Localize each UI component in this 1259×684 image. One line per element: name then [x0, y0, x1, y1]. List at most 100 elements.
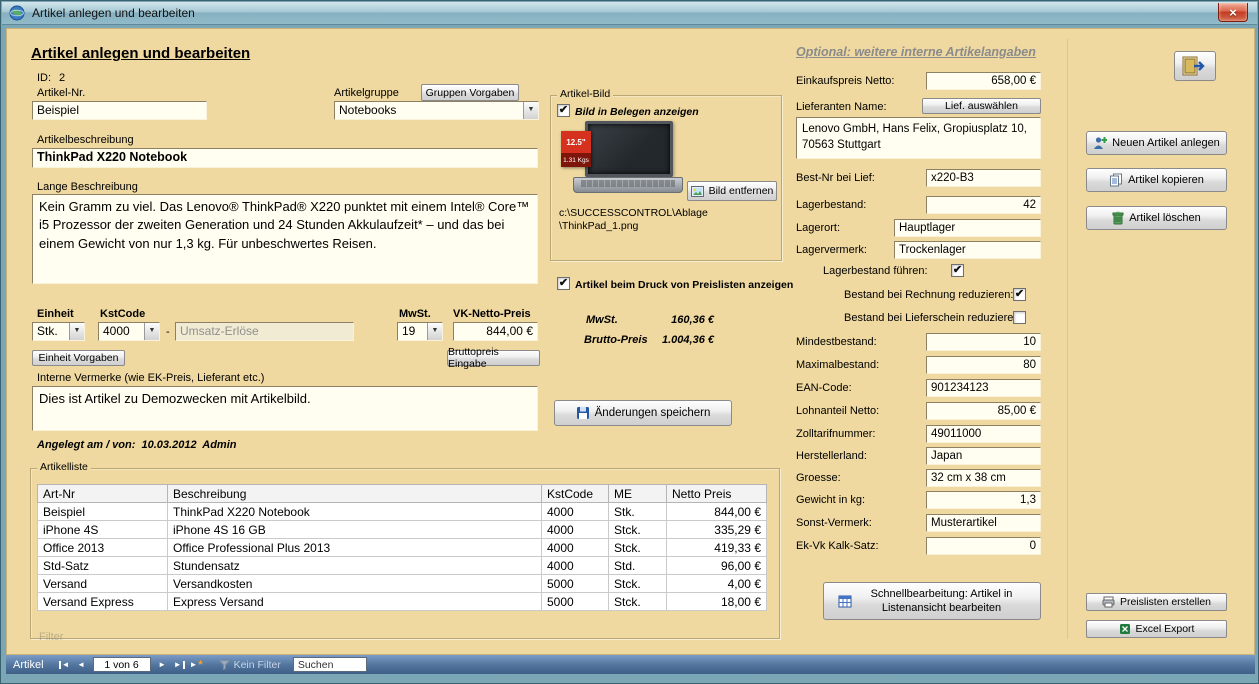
- mwst-select[interactable]: 19 ▼: [397, 322, 443, 341]
- filter-status[interactable]: Kein Filter: [219, 659, 281, 671]
- lieferant-textarea[interactable]: Lenovo GmbH, Hans Felix, Gropiusplatz 10…: [796, 117, 1041, 159]
- table-row[interactable]: Std-SatzStundensatz4000Std.96,00 €: [38, 557, 767, 575]
- lohnanteil-input[interactable]: 85,00 €: [926, 402, 1041, 420]
- interne-vermerke-textarea[interactable]: Dies ist Artikel zu Demozwecken mit Arti…: [32, 386, 538, 431]
- table-cell: 4000: [542, 521, 609, 539]
- image-icon: [691, 186, 704, 197]
- artikel-loeschen-label: Artikel löschen: [1129, 212, 1201, 224]
- bild-entfernen-button[interactable]: Bild entfernen: [687, 181, 777, 201]
- lieferschein-reduzieren-checkbox[interactable]: [1013, 311, 1026, 324]
- lagervermerk-input[interactable]: Trockenlager: [894, 241, 1041, 259]
- kstcode-label: KstCode: [100, 308, 145, 321]
- druck-preislisten-checkbox[interactable]: ✔: [557, 277, 570, 290]
- artikelgruppe-select[interactable]: Notebooks ▼: [334, 101, 539, 120]
- chevron-down-icon[interactable]: ▼: [427, 323, 442, 340]
- table-column-header[interactable]: Beschreibung: [168, 485, 542, 503]
- artikel-loeschen-button[interactable]: Artikel löschen: [1086, 206, 1227, 230]
- table-column-header[interactable]: Netto Preis: [667, 485, 767, 503]
- table-column-header[interactable]: KstCode: [542, 485, 609, 503]
- lagerbestand-label: Lagerbestand:: [796, 199, 866, 212]
- artikelbeschreibung-input[interactable]: ThinkPad X220 Notebook: [32, 148, 538, 168]
- last-record-icon: ►: [174, 660, 182, 669]
- lagervermerk-label: Lagervermerk:: [796, 244, 867, 257]
- table-column-header[interactable]: ME: [609, 485, 667, 503]
- sonst-vermerk-label: Sonst-Vermerk:: [796, 517, 872, 530]
- kstcode-name-field: Umsatz-Erlöse: [175, 322, 354, 341]
- table-row[interactable]: iPhone 4SiPhone 4S 16 GB4000Stck.335,29 …: [38, 521, 767, 539]
- close-icon: ×: [1229, 5, 1237, 20]
- lagerbestand-input[interactable]: 42: [926, 196, 1041, 214]
- table-header-row: Art-NrBeschreibungKstCodeMENetto Preis: [38, 485, 767, 503]
- table-cell: Stck.: [609, 539, 667, 557]
- filter-status-label: Kein Filter: [234, 659, 281, 671]
- chevron-down-icon[interactable]: ▼: [523, 102, 538, 119]
- last-record-button[interactable]: ►: [171, 657, 188, 672]
- first-record-icon: ◄: [62, 660, 70, 669]
- record-search-input[interactable]: Suchen: [293, 657, 367, 672]
- copy-icon: [1109, 173, 1123, 187]
- lange-beschreibung-textarea[interactable]: Kein Gramm zu viel. Das Lenovo® ThinkPad…: [32, 194, 538, 284]
- gewicht-input[interactable]: 1,3: [926, 491, 1041, 509]
- prev-record-button[interactable]: ◄: [73, 657, 90, 672]
- lagerort-input[interactable]: Hauptlager: [894, 219, 1041, 237]
- maximalbestand-input[interactable]: 80: [926, 356, 1041, 374]
- bruttopreis-eingabe-button[interactable]: Bruttopreis Eingabe: [447, 350, 540, 366]
- gruppen-vorgaben-button[interactable]: Gruppen Vorgaben: [421, 84, 519, 101]
- neuen-artikel-button[interactable]: Neuen Artikel anlegen: [1086, 131, 1227, 155]
- lange-beschreibung-label: Lange Beschreibung: [37, 181, 138, 194]
- mwst-betrag-label: MwSt.: [586, 314, 618, 327]
- aenderungen-speichern-button[interactable]: Änderungen speichern: [554, 400, 732, 426]
- app-globe-icon: [9, 5, 25, 21]
- next-record-button[interactable]: ►: [154, 657, 171, 672]
- artikel-nr-input[interactable]: Beispiel: [32, 101, 207, 120]
- table-row[interactable]: Office 2013Office Professional Plus 2013…: [38, 539, 767, 557]
- filter-icon: [219, 660, 230, 670]
- table-cell: iPhone 4S: [38, 521, 168, 539]
- chevron-down-icon[interactable]: ▼: [144, 323, 159, 340]
- exit-form-button[interactable]: [1174, 51, 1216, 81]
- close-button[interactable]: ×: [1218, 3, 1248, 22]
- table-cell: 844,00 €: [667, 503, 767, 521]
- zolltarif-input[interactable]: 49011000: [926, 425, 1041, 443]
- sonst-vermerk-input[interactable]: Musterartikel: [926, 514, 1041, 532]
- trash-icon: [1112, 211, 1124, 225]
- einkaufspreis-input[interactable]: 658,00 €: [926, 72, 1041, 90]
- vk-netto-input[interactable]: 844,00 €: [453, 322, 538, 341]
- lief-auswaehlen-button[interactable]: Lief. auswählen: [922, 98, 1041, 114]
- table-cell: Versand: [38, 575, 168, 593]
- einheit-select[interactable]: Stk. ▼: [32, 322, 85, 341]
- first-record-button[interactable]: ◄: [56, 657, 73, 672]
- kalk-satz-input[interactable]: 0: [926, 537, 1041, 555]
- record-position-box[interactable]: 1 von 6: [93, 657, 151, 672]
- table-row[interactable]: Versand ExpressExpress Versand5000Stck.1…: [38, 593, 767, 611]
- mwst-label: MwSt.: [399, 308, 431, 321]
- herstellerland-input[interactable]: Japan: [926, 447, 1041, 465]
- table-row[interactable]: VersandVersandkosten5000Stck.4,00 €: [38, 575, 767, 593]
- excel-export-button[interactable]: Excel Export: [1086, 620, 1227, 638]
- table-row[interactable]: BeispielThinkPad X220 Notebook4000Stk.84…: [38, 503, 767, 521]
- brutto-preis-value: 1.004,36 €: [614, 334, 714, 347]
- app-window: Artikel anlegen und bearbeiten × Artikel…: [0, 0, 1259, 684]
- table-cell: Stck.: [609, 521, 667, 539]
- artikel-kopieren-button[interactable]: Artikel kopieren: [1086, 168, 1227, 192]
- bild-in-belegen-checkbox[interactable]: ✔: [557, 104, 570, 117]
- table-cell: Beispiel: [38, 503, 168, 521]
- grid-icon: [838, 595, 852, 608]
- table-column-header[interactable]: Art-Nr: [38, 485, 168, 503]
- lagerbestand-fuehren-checkbox[interactable]: ✔: [951, 264, 964, 277]
- new-record-button[interactable]: ►*: [188, 657, 205, 672]
- schnellbearbeitung-button[interactable]: Schnellbearbeitung: Artikel in Listenans…: [823, 582, 1041, 620]
- ean-input[interactable]: 901234123: [926, 379, 1041, 397]
- rechnung-reduzieren-checkbox[interactable]: ✔: [1013, 288, 1026, 301]
- einheit-vorgaben-button[interactable]: Einheit Vorgaben: [32, 350, 125, 366]
- table-cell: Stk.: [609, 503, 667, 521]
- chevron-down-icon[interactable]: ▼: [69, 323, 84, 340]
- mindestbestand-input[interactable]: 10: [926, 333, 1041, 351]
- preislisten-erstellen-button[interactable]: Preislisten erstellen: [1086, 593, 1227, 611]
- ean-label: EAN-Code:: [796, 382, 852, 395]
- bestnr-input[interactable]: x220-B3: [926, 169, 1041, 187]
- save-icon: [576, 406, 590, 420]
- groesse-input[interactable]: 32 cm x 38 cm: [926, 469, 1041, 487]
- kstcode-select[interactable]: 4000 ▼: [98, 322, 160, 341]
- gewicht-label: Gewicht in kg:: [796, 494, 865, 507]
